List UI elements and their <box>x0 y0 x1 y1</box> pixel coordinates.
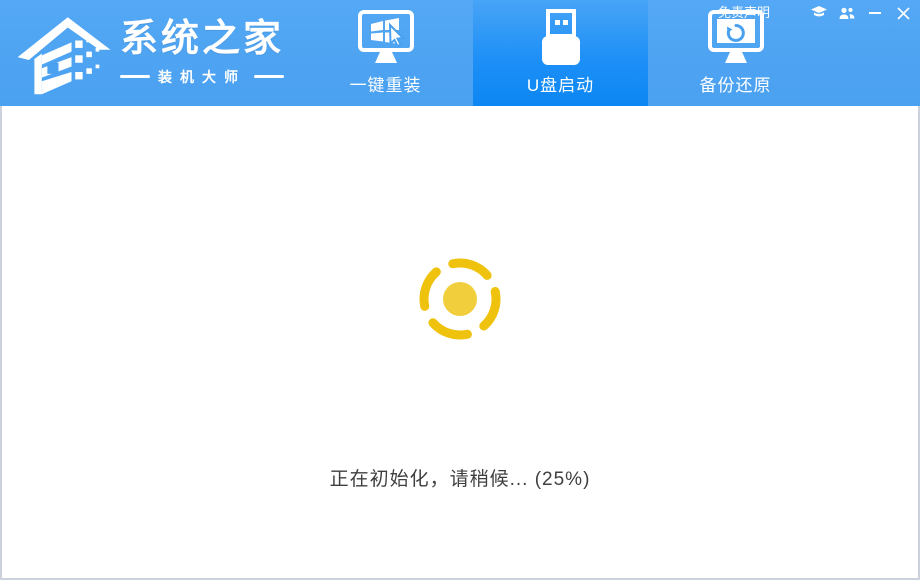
close-icon <box>897 7 910 20</box>
brand-subtitle: 装机大师 <box>120 67 284 87</box>
users-icon[interactable] <box>836 2 858 24</box>
tab-label: 备份还原 <box>700 71 772 96</box>
monitor-restore-icon <box>703 7 769 69</box>
tab-label: 一键重装 <box>350 71 422 96</box>
status-text: 正在初始化，请稍候... (25%) <box>2 464 918 491</box>
loading-spinner-icon <box>415 254 505 344</box>
usb-drive-icon <box>531 7 591 69</box>
main-content: 正在初始化，请稍候... (25%) <box>0 106 920 580</box>
close-button[interactable] <box>892 2 914 24</box>
tab-usb-boot[interactable]: U盘启动 <box>473 0 648 106</box>
tab-label: U盘启动 <box>527 71 594 96</box>
brand-title: 系统之家 <box>120 19 284 61</box>
minimize-button[interactable] <box>864 2 886 24</box>
app-logo: 系统之家 装机大师 <box>14 8 284 98</box>
minimize-icon <box>869 12 881 14</box>
brand-block: 系统之家 装机大师 <box>120 19 284 87</box>
tab-backup-restore[interactable]: 备份还原 <box>648 0 823 106</box>
app-header: 系统之家 装机大师 免责声明 <box>0 0 920 106</box>
house-logo-icon <box>14 8 116 98</box>
monitor-windows-icon <box>353 7 419 69</box>
tab-bar: 一键重装 U盘启动 <box>298 0 823 106</box>
app-window: 系统之家 装机大师 免责声明 <box>0 0 920 580</box>
subtitle-dash-right <box>254 75 284 78</box>
tab-one-key-reinstall[interactable]: 一键重装 <box>298 0 473 106</box>
subtitle-dash-left <box>120 75 150 78</box>
